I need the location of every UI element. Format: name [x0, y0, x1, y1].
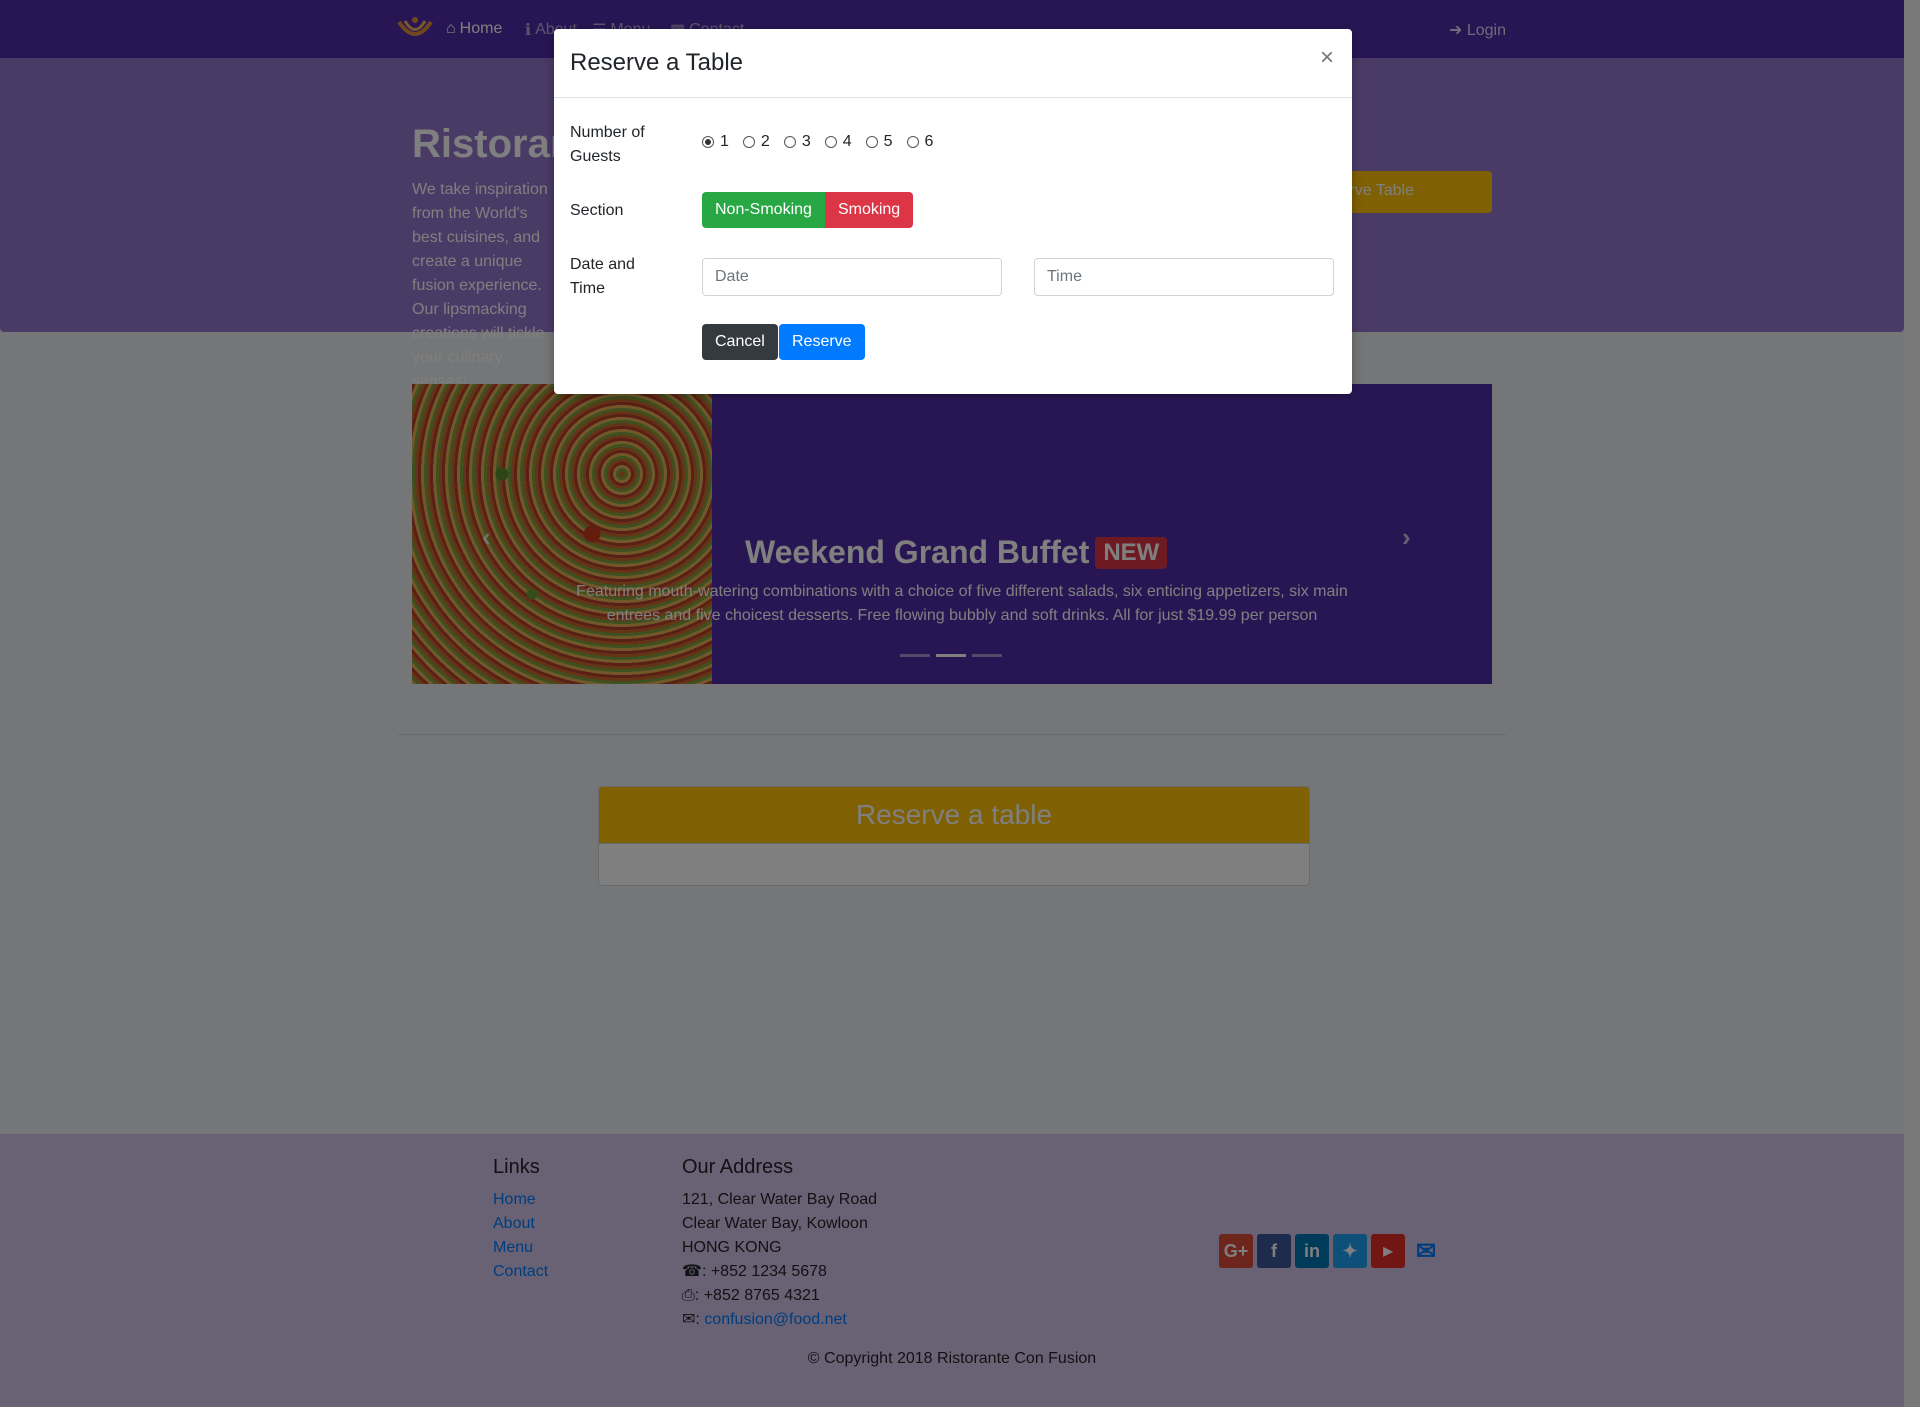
radio-icon: [742, 136, 755, 148]
guest-option-4[interactable]: 4: [824, 133, 852, 151]
guests-label: Number of Guests: [570, 124, 645, 165]
time-input[interactable]: [1034, 258, 1334, 296]
non-smoking-button[interactable]: Non-Smoking: [702, 192, 825, 228]
guest-option-6[interactable]: 6: [906, 133, 933, 151]
modal-title: Reserve a Table: [570, 49, 743, 76]
radio-icon: [824, 136, 837, 148]
guest-option-3[interactable]: 3: [783, 133, 811, 151]
section-toggle: Non-Smoking Smoking: [702, 192, 914, 228]
section-label: Section: [570, 202, 624, 219]
radio-icon: [906, 136, 919, 148]
cancel-button[interactable]: Cancel: [702, 324, 778, 360]
radio-icon: [783, 136, 796, 148]
guests-radio-group: 1 2 3 4 5 6: [702, 133, 933, 151]
reserve-button[interactable]: Reserve: [779, 324, 865, 360]
radio-icon: [865, 136, 878, 148]
guest-option-1[interactable]: 1: [702, 133, 729, 151]
reserve-modal: Reserve a Table × Number of Guests 1 2 3…: [554, 29, 1352, 394]
radio-checked-icon: [702, 136, 714, 148]
close-button[interactable]: ×: [1320, 46, 1334, 70]
guest-option-5[interactable]: 5: [865, 133, 893, 151]
smoking-button[interactable]: Smoking: [824, 192, 914, 228]
datetime-label: Date and Time: [570, 256, 635, 297]
modal-header: Reserve a Table ×: [554, 29, 1352, 98]
date-input[interactable]: [702, 258, 1002, 296]
guest-option-2[interactable]: 2: [742, 133, 770, 151]
